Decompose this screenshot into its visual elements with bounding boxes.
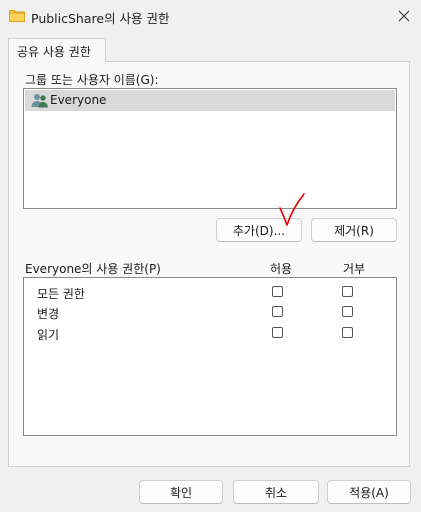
- list-item[interactable]: Everyone: [25, 90, 395, 111]
- remove-button[interactable]: 제거(R): [311, 218, 397, 242]
- deny-column-header: 거부: [343, 262, 366, 276]
- list-item-label: Everyone: [50, 93, 107, 107]
- close-button[interactable]: [390, 4, 418, 28]
- tab-share-permissions[interactable]: 공유 사용 권한: [8, 38, 106, 62]
- permission-change-label: 변경: [37, 307, 60, 321]
- title-bar: PublicShare의 사용 권한: [0, 0, 421, 32]
- groups-label: 그룹 또는 사용자 이름(G):: [25, 73, 159, 87]
- allow-column-header: 허용: [270, 262, 293, 276]
- cancel-button[interactable]: 취소: [233, 480, 319, 504]
- read-deny-checkbox[interactable]: [342, 327, 353, 338]
- apply-button[interactable]: 적용(A): [327, 480, 411, 504]
- full-control-deny-checkbox[interactable]: [342, 286, 353, 297]
- tab-label: 공유 사용 권한: [17, 45, 91, 59]
- folder-icon: [9, 10, 25, 22]
- change-allow-checkbox[interactable]: [272, 306, 283, 317]
- window-title: PublicShare의 사용 권한: [31, 11, 170, 26]
- permission-read-label: 읽기: [37, 328, 60, 342]
- permissions-dialog: PublicShare의 사용 권한 공유 사용 권한 그룹 또는 사용자 이름…: [0, 0, 421, 512]
- add-button[interactable]: 추가(D)...: [216, 218, 302, 242]
- groups-listbox[interactable]: Everyone: [23, 88, 397, 209]
- close-icon: [398, 10, 410, 22]
- full-control-allow-checkbox[interactable]: [272, 286, 283, 297]
- permissions-label: Everyone의 사용 권한(P): [25, 262, 161, 276]
- users-icon: [31, 94, 48, 108]
- change-deny-checkbox[interactable]: [342, 306, 353, 317]
- ok-button[interactable]: 확인: [139, 480, 223, 504]
- read-allow-checkbox[interactable]: [272, 327, 283, 338]
- permission-full-control-label: 모든 권한: [37, 287, 85, 301]
